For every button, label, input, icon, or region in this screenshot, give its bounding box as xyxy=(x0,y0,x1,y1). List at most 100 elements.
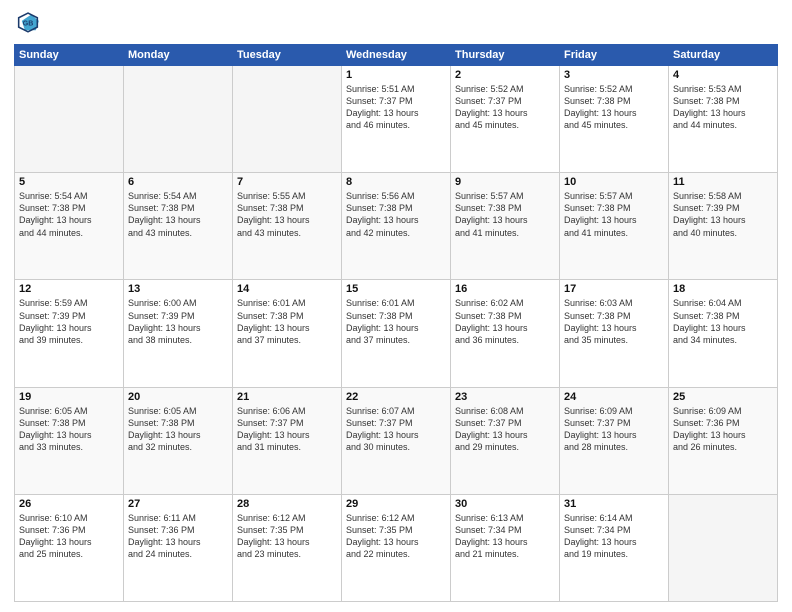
calendar-week-3: 19 Sunrise: 6:05 AM Sunset: 7:38 PM Dayli… xyxy=(15,387,778,494)
calendar-cell: 23Sunrise: 6:08 AM Sunset: 7:37 PM Dayli… xyxy=(451,387,560,494)
calendar-cell: 25Sunrise: 6:09 AM Sunset: 7:36 PM Dayli… xyxy=(669,387,778,494)
day-number: 22 xyxy=(346,391,446,403)
day-number: 17 xyxy=(564,283,664,295)
day-info: Sunrise: 6:13 AM Sunset: 7:34 PM Dayligh… xyxy=(455,512,555,561)
day-info: Sunrise: 6:04 AM Sunset: 7:38 PM Dayligh… xyxy=(673,297,773,346)
day-info: Sunrise: 5:56 AM Sunset: 7:38 PM Dayligh… xyxy=(346,190,446,239)
day-number: 12 xyxy=(19,283,119,295)
day-info: Sunrise: 5:53 AM Sunset: 7:38 PM Dayligh… xyxy=(673,83,773,132)
calendar-cell: 28 Sunrise: 6:12 AM Sunset: 7:35 PM Dayli… xyxy=(233,494,342,601)
day-number: 16 xyxy=(455,283,555,295)
logo-icon: GB xyxy=(14,10,42,38)
calendar-header-friday: Friday xyxy=(560,45,669,66)
day-number: 18 xyxy=(673,283,773,295)
day-info: Sunrise: 6:05 AM Sunset: 7:38 PM Dayligh… xyxy=(128,405,228,454)
day-number: 24 xyxy=(564,391,664,403)
day-number: 6 xyxy=(128,176,228,188)
day-info: Sunrise: 5:52 AM Sunset: 7:37 PM Dayligh… xyxy=(455,83,555,132)
calendar-cell: 21 Sunrise: 6:06 AM Sunset: 7:37 PM Dayli… xyxy=(233,387,342,494)
calendar-cell: 19 Sunrise: 6:05 AM Sunset: 7:38 PM Dayli… xyxy=(15,387,124,494)
day-info: Sunrise: 6:09 AM Sunset: 7:36 PM Dayligh… xyxy=(673,405,773,454)
calendar-cell: 18 Sunrise: 6:04 AM Sunset: 7:38 PM Dayli… xyxy=(669,280,778,387)
calendar-cell: 17 Sunrise: 6:03 AM Sunset: 7:38 PM Dayli… xyxy=(560,280,669,387)
day-number: 27 xyxy=(128,498,228,510)
calendar-cell: 27 Sunrise: 6:11 AM Sunset: 7:36 PM Dayli… xyxy=(124,494,233,601)
calendar-cell: 6 Sunrise: 5:54 AM Sunset: 7:38 PM Daylig… xyxy=(124,173,233,280)
calendar-cell: 31 Sunrise: 6:14 AM Sunset: 7:34 PM Dayli… xyxy=(560,494,669,601)
calendar-header-wednesday: Wednesday xyxy=(342,45,451,66)
day-info: Sunrise: 6:10 AM Sunset: 7:36 PM Dayligh… xyxy=(19,512,119,561)
calendar-header-row: SundayMondayTuesdayWednesdayThursdayFrid… xyxy=(15,45,778,66)
calendar-cell: 5 Sunrise: 5:54 AM Sunset: 7:38 PM Daylig… xyxy=(15,173,124,280)
day-info: Sunrise: 5:58 AM Sunset: 7:39 PM Dayligh… xyxy=(673,190,773,239)
calendar: SundayMondayTuesdayWednesdayThursdayFrid… xyxy=(14,44,778,602)
calendar-cell: 22 Sunrise: 6:07 AM Sunset: 7:37 PM Dayli… xyxy=(342,387,451,494)
calendar-cell: 1Sunrise: 5:51 AM Sunset: 7:37 PM Daylig… xyxy=(342,66,451,173)
calendar-header-tuesday: Tuesday xyxy=(233,45,342,66)
day-info: Sunrise: 5:51 AM Sunset: 7:37 PM Dayligh… xyxy=(346,83,446,132)
day-number: 28 xyxy=(237,498,337,510)
header: GB xyxy=(14,10,778,38)
day-info: Sunrise: 6:14 AM Sunset: 7:34 PM Dayligh… xyxy=(564,512,664,561)
day-number: 26 xyxy=(19,498,119,510)
day-number: 3 xyxy=(564,69,664,81)
day-number: 8 xyxy=(346,176,446,188)
day-number: 30 xyxy=(455,498,555,510)
calendar-cell xyxy=(233,66,342,173)
calendar-cell: 24 Sunrise: 6:09 AM Sunset: 7:37 PM Dayli… xyxy=(560,387,669,494)
calendar-cell: 20Sunrise: 6:05 AM Sunset: 7:38 PM Dayli… xyxy=(124,387,233,494)
day-info: Sunrise: 6:09 AM Sunset: 7:37 PM Dayligh… xyxy=(564,405,664,454)
day-number: 2 xyxy=(455,69,555,81)
day-info: Sunrise: 6:08 AM Sunset: 7:37 PM Dayligh… xyxy=(455,405,555,454)
day-number: 19 xyxy=(19,391,119,403)
calendar-cell: 13 Sunrise: 6:00 AM Sunset: 7:39 PM Dayli… xyxy=(124,280,233,387)
logo: GB xyxy=(14,10,46,38)
day-info: Sunrise: 5:57 AM Sunset: 7:38 PM Dayligh… xyxy=(564,190,664,239)
day-info: Sunrise: 6:05 AM Sunset: 7:38 PM Dayligh… xyxy=(19,405,119,454)
day-number: 10 xyxy=(564,176,664,188)
calendar-cell: 4Sunrise: 5:53 AM Sunset: 7:38 PM Daylig… xyxy=(669,66,778,173)
day-number: 29 xyxy=(346,498,446,510)
day-number: 15 xyxy=(346,283,446,295)
day-info: Sunrise: 6:06 AM Sunset: 7:37 PM Dayligh… xyxy=(237,405,337,454)
calendar-week-2: 12 Sunrise: 5:59 AM Sunset: 7:39 PM Dayli… xyxy=(15,280,778,387)
day-info: Sunrise: 6:00 AM Sunset: 7:39 PM Dayligh… xyxy=(128,297,228,346)
calendar-cell xyxy=(669,494,778,601)
day-number: 9 xyxy=(455,176,555,188)
calendar-cell: 7Sunrise: 5:55 AM Sunset: 7:38 PM Daylig… xyxy=(233,173,342,280)
calendar-header-thursday: Thursday xyxy=(451,45,560,66)
calendar-cell: 26 Sunrise: 6:10 AM Sunset: 7:36 PM Dayli… xyxy=(15,494,124,601)
day-info: Sunrise: 5:54 AM Sunset: 7:38 PM Dayligh… xyxy=(19,190,119,239)
day-info: Sunrise: 6:07 AM Sunset: 7:37 PM Dayligh… xyxy=(346,405,446,454)
calendar-cell: 2 Sunrise: 5:52 AM Sunset: 7:37 PM Daylig… xyxy=(451,66,560,173)
day-info: Sunrise: 5:57 AM Sunset: 7:38 PM Dayligh… xyxy=(455,190,555,239)
day-info: Sunrise: 6:11 AM Sunset: 7:36 PM Dayligh… xyxy=(128,512,228,561)
calendar-week-1: 5 Sunrise: 5:54 AM Sunset: 7:38 PM Daylig… xyxy=(15,173,778,280)
calendar-cell: 15 Sunrise: 6:01 AM Sunset: 7:38 PM Dayli… xyxy=(342,280,451,387)
day-info: Sunrise: 6:12 AM Sunset: 7:35 PM Dayligh… xyxy=(237,512,337,561)
calendar-header-saturday: Saturday xyxy=(669,45,778,66)
day-number: 13 xyxy=(128,283,228,295)
calendar-week-0: 1Sunrise: 5:51 AM Sunset: 7:37 PM Daylig… xyxy=(15,66,778,173)
day-info: Sunrise: 6:01 AM Sunset: 7:38 PM Dayligh… xyxy=(346,297,446,346)
calendar-cell: 8 Sunrise: 5:56 AM Sunset: 7:38 PM Daylig… xyxy=(342,173,451,280)
day-number: 14 xyxy=(237,283,337,295)
day-number: 11 xyxy=(673,176,773,188)
day-info: Sunrise: 5:59 AM Sunset: 7:39 PM Dayligh… xyxy=(19,297,119,346)
calendar-cell: 14 Sunrise: 6:01 AM Sunset: 7:38 PM Dayli… xyxy=(233,280,342,387)
day-info: Sunrise: 6:12 AM Sunset: 7:35 PM Dayligh… xyxy=(346,512,446,561)
calendar-header-sunday: Sunday xyxy=(15,45,124,66)
day-number: 5 xyxy=(19,176,119,188)
day-info: Sunrise: 5:55 AM Sunset: 7:38 PM Dayligh… xyxy=(237,190,337,239)
calendar-cell: 9 Sunrise: 5:57 AM Sunset: 7:38 PM Daylig… xyxy=(451,173,560,280)
svg-text:GB: GB xyxy=(23,21,34,28)
calendar-cell: 29 Sunrise: 6:12 AM Sunset: 7:35 PM Dayli… xyxy=(342,494,451,601)
day-number: 31 xyxy=(564,498,664,510)
day-number: 21 xyxy=(237,391,337,403)
day-info: Sunrise: 6:02 AM Sunset: 7:38 PM Dayligh… xyxy=(455,297,555,346)
calendar-cell xyxy=(124,66,233,173)
day-info: Sunrise: 6:01 AM Sunset: 7:38 PM Dayligh… xyxy=(237,297,337,346)
day-info: Sunrise: 5:54 AM Sunset: 7:38 PM Dayligh… xyxy=(128,190,228,239)
day-info: Sunrise: 6:03 AM Sunset: 7:38 PM Dayligh… xyxy=(564,297,664,346)
calendar-cell: 11 Sunrise: 5:58 AM Sunset: 7:39 PM Dayli… xyxy=(669,173,778,280)
